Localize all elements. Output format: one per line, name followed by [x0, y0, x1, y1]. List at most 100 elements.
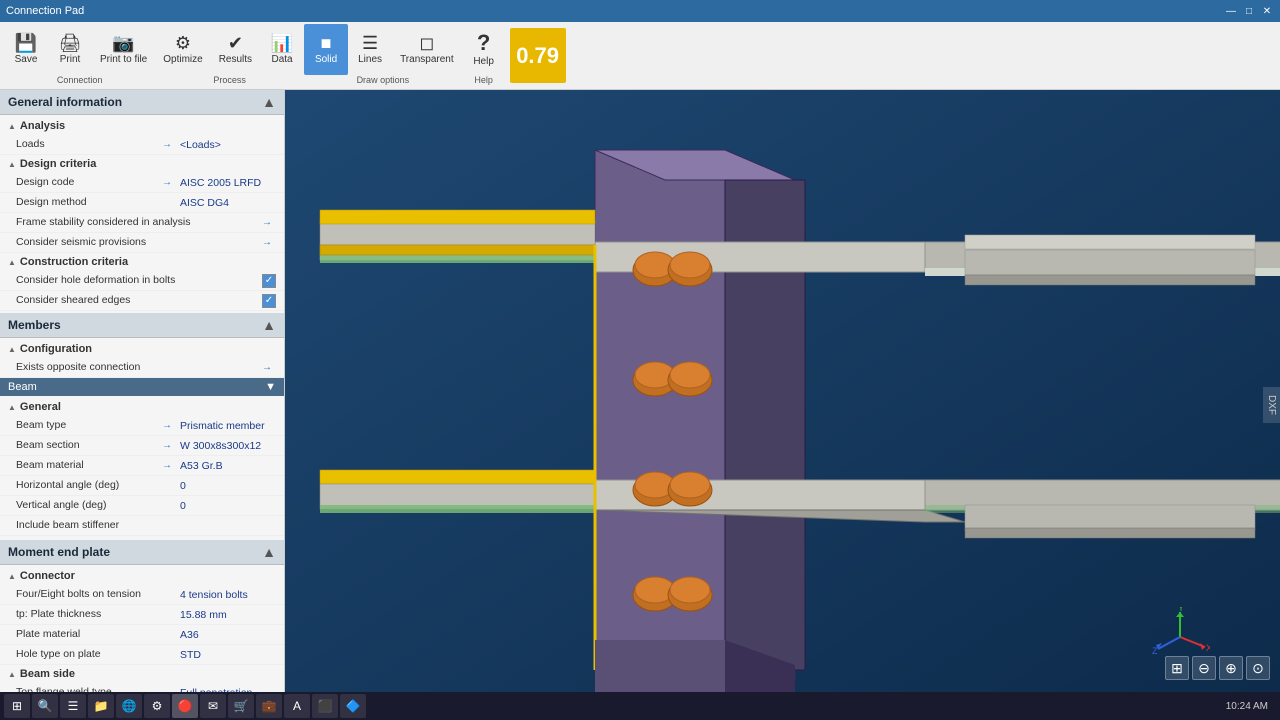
configuration-title: Configuration: [20, 343, 92, 355]
members-collapse-icon[interactable]: ▲: [262, 317, 276, 333]
hole-deformation-checkbox[interactable]: ✓: [262, 274, 276, 288]
help-button[interactable]: ? Help: [462, 24, 506, 75]
design-code-arrow-icon: →: [162, 177, 172, 188]
taskbar-settings-button[interactable]: ⚙: [144, 694, 170, 718]
beam-side-subsection-header[interactable]: Beam side: [0, 665, 284, 683]
data-button[interactable]: 📊 Data: [260, 24, 304, 75]
analysis-subsection-header[interactable]: Analysis: [0, 117, 284, 135]
design-criteria-subsection-header[interactable]: Design criteria: [0, 155, 284, 173]
beam-type-arrow-icon: →: [162, 420, 172, 431]
minimize-btn[interactable]: —: [1224, 4, 1238, 18]
include-beam-stiffener-prop[interactable]: Include beam stiffener: [0, 516, 284, 536]
vertical-angle-prop[interactable]: Vertical angle (deg) 0: [0, 496, 284, 516]
frame-stability-prop[interactable]: Frame stability considered in analysis →: [0, 213, 284, 233]
opposite-connection-prop[interactable]: Exists opposite connection →: [0, 358, 284, 378]
print-icon: 🖨: [59, 34, 82, 52]
horizontal-angle-value: 0: [176, 480, 276, 492]
transparent-icon: ◻: [419, 34, 434, 52]
zoom-out-button[interactable]: ⊖: [1192, 656, 1216, 680]
hole-type-prop[interactable]: Hole type on plate STD: [0, 645, 284, 665]
design-method-value: AISC DG4: [176, 197, 276, 209]
scene-svg: [285, 90, 1280, 720]
taskbar-app1-button[interactable]: 🔴: [172, 694, 198, 718]
taskbar-app2-button[interactable]: 🔷: [340, 694, 366, 718]
zoom-extend-button[interactable]: ⊞: [1165, 656, 1189, 680]
hole-deformation-prop[interactable]: Consider hole deformation in bolts ✓: [0, 271, 284, 291]
task-view-button[interactable]: ☰: [60, 694, 86, 718]
seismic-provisions-prop[interactable]: Consider seismic provisions →: [0, 233, 284, 253]
plate-material-label: Plate material: [16, 628, 176, 642]
moment-end-plate-header[interactable]: Moment end plate ▲: [0, 540, 284, 565]
taskbar: ⊞ 🔍 ☰ 📁 🌐 ⚙ 🔴 ✉ 🛒 💼 A ⬛ 🔷 10:24 AM: [0, 692, 1280, 720]
taskbar-chrome-button[interactable]: 🌐: [116, 694, 142, 718]
solid-label: Solid: [315, 54, 337, 65]
taskbar-explorer-button[interactable]: 📁: [88, 694, 114, 718]
four-eight-bolts-prop[interactable]: Four/Eight bolts on tension 4 tension bo…: [0, 585, 284, 605]
dxf-panel-label[interactable]: DXF: [1263, 387, 1280, 423]
viewport[interactable]: X Y Z ⊞ ⊖ ⊕ ⊙ DXF: [285, 90, 1280, 720]
beam-material-prop[interactable]: Beam material → A53 Gr.B: [0, 456, 284, 476]
design-code-prop[interactable]: Design code → AISC 2005 LRFD: [0, 173, 284, 193]
taskbar-office-button[interactable]: 💼: [256, 694, 282, 718]
taskbar-cmd-button[interactable]: ⬛: [312, 694, 338, 718]
design-method-label: Design method: [16, 196, 176, 210]
results-icon: ✔: [228, 34, 243, 52]
beam-subsection-header[interactable]: Beam ▼: [0, 378, 284, 396]
connector-subsection-header[interactable]: Connector: [0, 567, 284, 585]
horizontal-angle-prop[interactable]: Horizontal angle (deg) 0: [0, 476, 284, 496]
close-btn[interactable]: ✕: [1260, 4, 1274, 18]
zoom-controls: ⊞ ⊖ ⊕ ⊙: [1165, 656, 1270, 680]
beam-title: Beam: [8, 381, 37, 393]
general-info-collapse-icon[interactable]: ▲: [262, 94, 276, 110]
taskbar-mail-button[interactable]: ✉: [200, 694, 226, 718]
zoom-fit-button[interactable]: ⊙: [1246, 656, 1270, 680]
transparent-button[interactable]: ◻ Transparent: [392, 24, 462, 75]
sheared-edges-prop[interactable]: Consider sheared edges ✓: [0, 291, 284, 311]
beam-section-prop[interactable]: Beam section → W 300x8s300x12: [0, 436, 284, 456]
taskbar-store-button[interactable]: 🛒: [228, 694, 254, 718]
beam-collapse-icon[interactable]: ▼: [265, 381, 276, 393]
connector-title: Connector: [20, 570, 75, 582]
draw-options-group-label: Draw options: [357, 75, 410, 85]
results-button[interactable]: ✔ Results: [211, 24, 260, 75]
members-section-header[interactable]: Members ▲: [0, 313, 284, 338]
general-information-header[interactable]: General information ▲: [0, 90, 284, 115]
optimize-icon: ⚙: [175, 34, 191, 52]
maximize-btn[interactable]: □: [1242, 4, 1256, 18]
moment-end-plate-collapse-icon[interactable]: ▲: [262, 544, 276, 560]
design-method-prop[interactable]: Design method AISC DG4: [0, 193, 284, 213]
opposite-connection-label: Exists opposite connection: [16, 361, 262, 375]
construction-criteria-subsection-header[interactable]: Construction criteria: [0, 253, 284, 271]
transparent-label: Transparent: [400, 54, 454, 65]
left-panel[interactable]: General information ▲ Analysis Loads → <…: [0, 90, 285, 720]
sheared-edges-checkbox[interactable]: ✓: [262, 294, 276, 308]
beam-side-title: Beam side: [20, 668, 75, 680]
search-button[interactable]: 🔍: [32, 694, 58, 718]
print-to-file-button[interactable]: 📷 Print to file: [92, 24, 155, 75]
start-button[interactable]: ⊞: [4, 694, 30, 718]
solid-button[interactable]: ■ Solid: [304, 24, 348, 75]
solid-icon: ■: [321, 34, 332, 52]
zoom-in-button[interactable]: ⊕: [1219, 656, 1243, 680]
taskbar-acad-button[interactable]: A: [284, 694, 310, 718]
plate-thickness-prop[interactable]: tp: Plate thickness 15.88 mm: [0, 605, 284, 625]
general-information-title: General information: [8, 95, 122, 109]
beam-type-prop[interactable]: Beam type → Prismatic member: [0, 416, 284, 436]
toolbar: 💾 Save 🖨 Print 📷 Print to file Connectio…: [0, 22, 1280, 90]
save-button[interactable]: 💾 Save: [4, 24, 48, 75]
score-display: 0.79: [510, 28, 566, 83]
beam-general-subsection-header[interactable]: General: [0, 398, 284, 416]
beam-general-title: General: [20, 401, 61, 413]
help-icon: ?: [477, 32, 490, 54]
four-eight-bolts-value: 4 tension bolts: [176, 589, 276, 601]
print-button[interactable]: 🖨 Print: [48, 24, 92, 75]
lines-button[interactable]: ☰ Lines: [348, 24, 392, 75]
optimize-button[interactable]: ⚙ Optimize: [155, 24, 210, 75]
plate-material-prop[interactable]: Plate material A36: [0, 625, 284, 645]
seismic-provisions-arrow-icon: →: [262, 237, 272, 248]
configuration-subsection-header[interactable]: Configuration: [0, 340, 284, 358]
analysis-title: Analysis: [20, 120, 65, 132]
lines-icon: ☰: [362, 34, 378, 52]
loads-prop[interactable]: Loads → <Loads>: [0, 135, 284, 155]
design-code-value: AISC 2005 LRFD: [176, 177, 276, 189]
